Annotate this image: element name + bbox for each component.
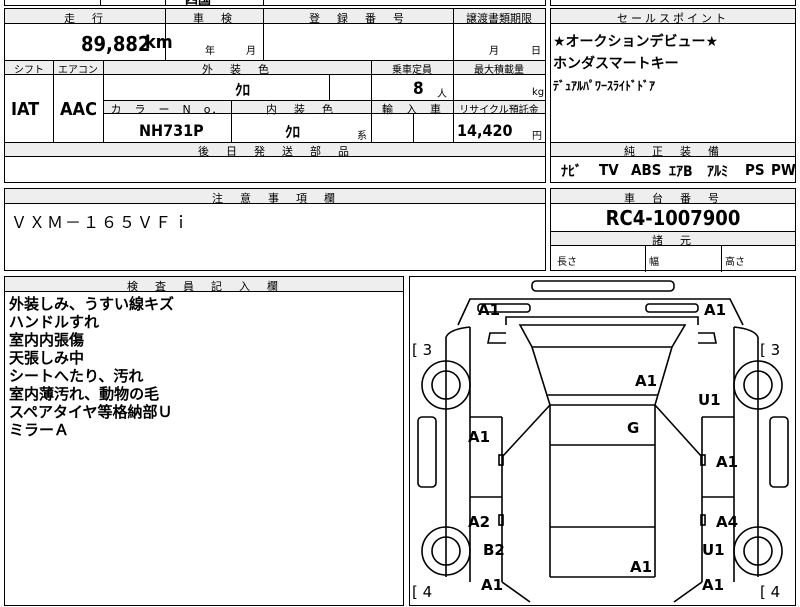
capacity-value: 8 xyxy=(413,79,424,99)
damage-rear-left: A1 xyxy=(481,576,504,594)
shift-header: シフト xyxy=(14,65,44,76)
bracket-left-bottom: [ 4 xyxy=(412,583,433,601)
damage-right-fender: U1 xyxy=(698,391,721,409)
bracket-right-bottom: [ 4 xyxy=(760,583,781,601)
remark-2: 室内内張傷 xyxy=(9,331,85,349)
top-fragment: 四国 xyxy=(185,0,212,8)
mileage-header: 走 行 xyxy=(64,12,106,25)
aircon-value: AAC xyxy=(60,99,97,120)
remark-4: シートへたり、汚れ xyxy=(9,367,144,385)
equipment-pw: PW xyxy=(771,161,796,179)
interior-color-value: ｸﾛ xyxy=(285,123,301,141)
selling-point-header: セールスポイント xyxy=(617,12,729,25)
bracket-left-top: [ 3 xyxy=(412,341,433,359)
damage-right-rear-door: A4 xyxy=(716,513,739,531)
top-partial-row: 四国 xyxy=(4,0,546,8)
remark-6: スペアタイヤ等格納部Ｕ xyxy=(9,403,173,421)
capacity-header: 乗車定員 xyxy=(392,65,432,76)
interior-suffix: 系 xyxy=(357,131,367,142)
damage-left-front-door: A1 xyxy=(468,428,491,446)
exterior-color-header: 外 装 色 xyxy=(202,63,272,76)
standard-equipment-header: 純 正 装 備 xyxy=(624,145,722,158)
selling-point-2: ﾃﾞｭｱﾙﾊﾟﾜｰｽﾗｲﾄﾞﾄﾞｱ xyxy=(553,79,656,93)
remark-7: ミラーＡ xyxy=(9,421,70,439)
damage-roof: G xyxy=(627,419,640,437)
dim-height-label: 高さ xyxy=(725,257,745,268)
color-no-value: NH731P xyxy=(139,121,204,140)
equipment-tv: TV xyxy=(599,161,619,179)
chassis-value: RC4-1007900 xyxy=(605,206,741,230)
caution-text: ＶＸＭ－１６５ＶＦｉ xyxy=(11,213,192,232)
selling-point-0: ★オークションデビュー★ xyxy=(553,34,719,50)
standard-equipment-box: 純 正 装 備 ﾅﾋﾞ TV ABS ｴｱB ｱﾙﾐ PS PW xyxy=(550,142,796,183)
remark-0: 外装しみ、うすい線キズ xyxy=(9,295,175,313)
vehicle-info-box: 走 行 車 検 登 録 番 号 譲渡書類期限 89,882 km 年 月 月 日… xyxy=(4,8,546,183)
damage-front-right: A1 xyxy=(704,301,727,319)
interior-color-header: 内 装 色 xyxy=(266,103,336,116)
damage-right-rear-fender: U1 xyxy=(702,541,725,559)
inspection-year: 年 xyxy=(205,46,215,57)
max-load-header: 最大積載量 xyxy=(474,65,524,76)
inspection-month: 月 xyxy=(246,46,256,57)
chassis-box: 車 台 番 号 RC4-1007900 諸 元 長さ 幅 高さ xyxy=(550,188,796,272)
capacity-unit: 人 xyxy=(437,89,447,100)
dim-length-label: 長さ xyxy=(557,257,577,268)
damage-rear-right: A1 xyxy=(702,576,725,594)
aircon-header: エアコン xyxy=(58,65,98,76)
dim-width-label: 幅 xyxy=(649,257,659,268)
remark-3: 天張しみ中 xyxy=(9,349,85,367)
registration-header: 登 録 番 号 xyxy=(309,12,407,25)
bracket-right-top: [ 3 xyxy=(760,341,781,359)
damage-rear-center: A1 xyxy=(630,558,653,576)
import-header: 輸 入 車 xyxy=(382,103,442,116)
dimensions-header: 諸 元 xyxy=(652,234,694,247)
caution-header: 注 意 事 項 欄 xyxy=(212,192,338,205)
caution-box: 注 意 事 項 欄 ＶＸＭ－１６５ＶＦｉ xyxy=(4,188,546,271)
car-diagram-box: A1 A1 [ 3 [ 3 A1 U1 G A1 A1 A2 A4 B2 U1 … xyxy=(409,276,796,606)
transfer-header: 譲渡書類期限 xyxy=(466,12,532,25)
damage-right-front-door: A1 xyxy=(716,453,739,471)
chassis-header: 車 台 番 号 xyxy=(624,192,722,205)
inspector-remarks-box: 検 査 員 記 入 欄 外装しみ、うすい線キズ ハンドルすれ 室内内張傷 天張し… xyxy=(4,276,404,606)
parts-header: 後 日 発 送 部 品 xyxy=(198,145,352,158)
color-no-header: カ ラ ー N o． xyxy=(110,103,224,116)
equipment-alloy: ｱﾙﾐ xyxy=(707,164,728,180)
damage-front-left: A1 xyxy=(478,301,501,319)
transfer-month: 月 xyxy=(489,46,499,57)
shift-value: IAT xyxy=(11,99,40,120)
recycle-header: リサイクル預託金 xyxy=(459,105,539,116)
equipment-ps: PS xyxy=(745,161,765,179)
remark-1: ハンドルすれ xyxy=(9,313,100,331)
inspector-header: 検 査 員 記 入 欄 xyxy=(127,280,281,293)
mileage-unit: km xyxy=(145,32,173,53)
equipment-navi: ﾅﾋﾞ xyxy=(561,164,582,180)
damage-hood: A1 xyxy=(635,372,658,390)
selling-point-box: セールスポイント ★オークションデビュー★ ホンダスマートキー ﾃﾞｭｱﾙﾊﾟﾜ… xyxy=(550,8,796,143)
damage-left-rear-door: A2 xyxy=(468,513,491,531)
damage-left-rear-fender: B2 xyxy=(483,541,505,559)
remark-5: 室内薄汚れ、動物の毛 xyxy=(9,385,160,403)
recycle-unit: 円 xyxy=(532,131,542,142)
recycle-value: 14,420 xyxy=(457,121,513,140)
mileage-value: 89,882 xyxy=(81,32,151,56)
inspection-header: 車 検 xyxy=(193,12,235,25)
exterior-color-value: ｸﾛ xyxy=(235,81,251,99)
max-load-unit: kg xyxy=(532,87,545,98)
top-partial-right xyxy=(550,0,796,6)
equipment-abs: ABS xyxy=(631,161,662,179)
transfer-day: 日 xyxy=(531,46,541,57)
selling-point-1: ホンダスマートキー xyxy=(553,56,679,72)
equipment-airbag: ｴｱB xyxy=(669,164,693,180)
